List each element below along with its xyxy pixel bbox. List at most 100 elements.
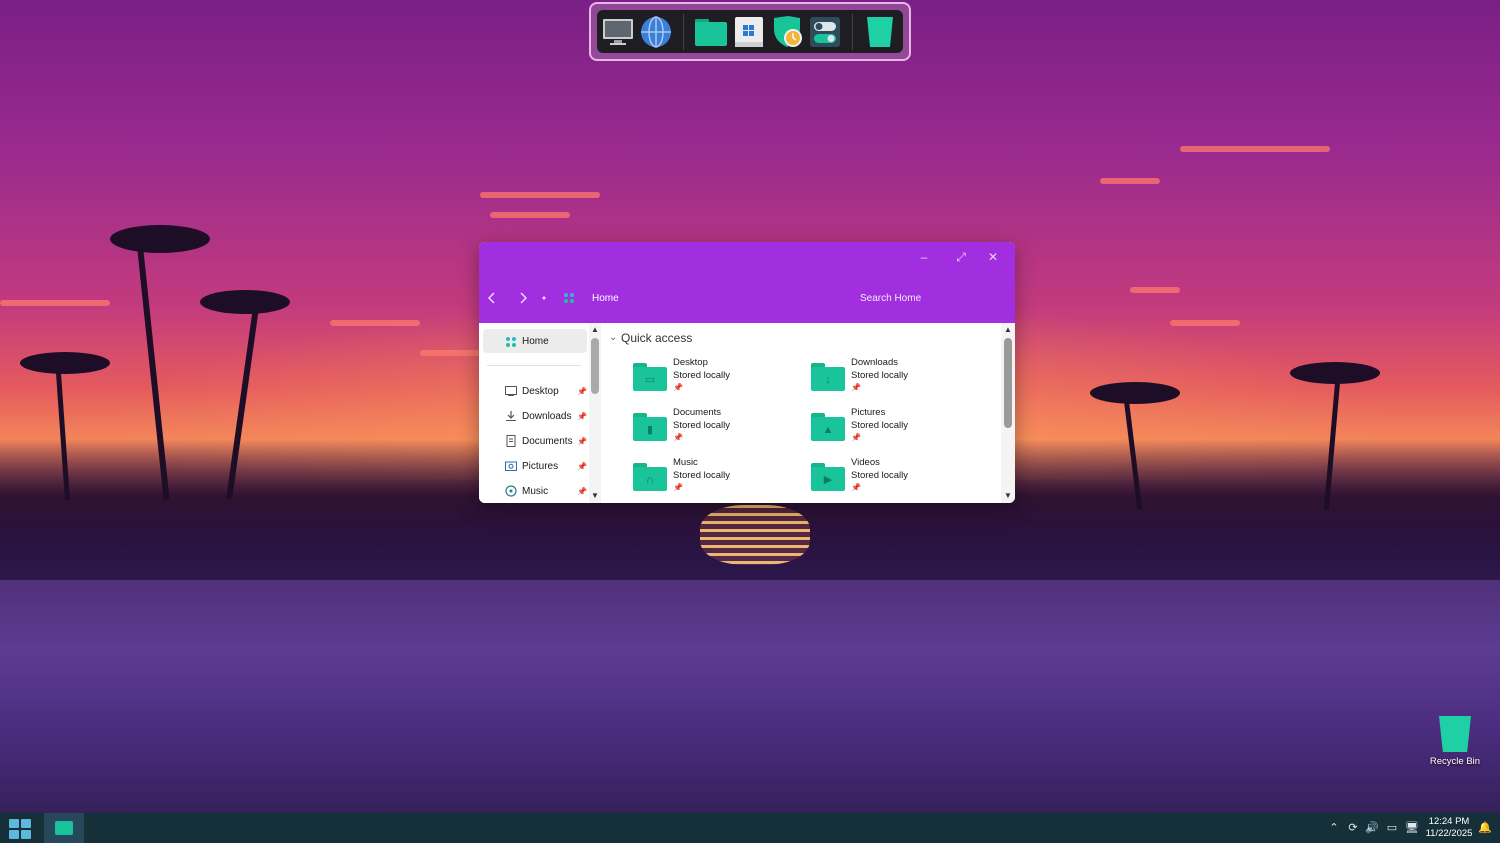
pin-icon: 📌: [577, 437, 587, 446]
download-icon: [506, 411, 516, 421]
wallpaper-cloud: [420, 350, 480, 356]
wallpaper-palm-frond: [1290, 362, 1380, 384]
scroll-up-arrow[interactable]: ▲: [1002, 325, 1014, 334]
folder-icon: [55, 821, 73, 835]
notification-bell-icon[interactable]: 🔔: [1478, 821, 1492, 835]
tile-name: Pictures: [851, 407, 886, 418]
pin-icon: 📌: [673, 433, 683, 442]
quick-access-tile[interactable]: ▭ Desktop Stored locally 📌: [633, 357, 803, 401]
wallpaper-palm-frond: [200, 290, 290, 314]
title-bar: – ⤢ ✕ Home Search Home: [479, 242, 1015, 323]
taskbar-file-explorer[interactable]: [44, 813, 84, 843]
toggles-icon[interactable]: [808, 15, 842, 49]
recycle-bin-icon: [1439, 716, 1471, 752]
quick-access-tile[interactable]: ∩ Music Stored locally 📌: [633, 457, 803, 501]
dock-separator: [683, 13, 684, 50]
battery-icon[interactable]: ▭: [1385, 821, 1399, 835]
wallpaper-cloud: [1170, 320, 1240, 326]
monitor-icon[interactable]: [601, 15, 635, 49]
music-icon: [505, 485, 517, 497]
pin-icon: 📌: [851, 433, 861, 442]
maximize-button[interactable]: ⤢: [946, 247, 976, 267]
back-button[interactable]: [482, 290, 502, 306]
chevron-down-icon[interactable]: ⌄: [609, 332, 617, 343]
wallpaper-sun-reflection: [700, 505, 810, 565]
recent-locations-button[interactable]: [534, 290, 554, 306]
wallpaper-cloud: [1130, 287, 1180, 293]
tile-status: Stored locally: [673, 420, 731, 431]
tile-status: Stored locally: [673, 370, 731, 381]
chevron-right-icon: [520, 292, 527, 304]
globe-icon[interactable]: [639, 15, 673, 49]
tile-status: Stored locally: [851, 420, 909, 431]
taskbar-clock[interactable]: 12:24 PM 11/22/2025: [1424, 816, 1474, 840]
search-input[interactable]: Search Home: [860, 293, 921, 304]
shield-clock-icon[interactable]: [770, 15, 804, 49]
scroll-down-arrow[interactable]: ▼: [1002, 491, 1014, 500]
wallpaper-cloud: [1100, 178, 1160, 184]
recycle-bin-icon[interactable]: [863, 15, 897, 49]
wallpaper-cloud: [0, 300, 110, 306]
windows-logo-tile: [21, 830, 31, 839]
windows-store-icon[interactable]: [732, 15, 766, 49]
quick-access-tile[interactable]: ↓ Downloads Stored locally 📌: [811, 357, 981, 401]
folder-desktop-icon: ▭: [633, 363, 667, 391]
sidebar-item-desktop[interactable]: Desktop: [522, 386, 559, 397]
folder-videos-icon: ▶: [811, 463, 845, 491]
start-button[interactable]: [9, 819, 31, 839]
sync-icon[interactable]: ⟳: [1346, 821, 1360, 835]
sidebar-item-downloads[interactable]: Downloads: [522, 411, 571, 422]
wallpaper-cloud: [1180, 146, 1330, 152]
pin-icon: 📌: [673, 483, 683, 492]
minimize-button[interactable]: –: [909, 247, 939, 267]
pin-icon: 📌: [577, 462, 587, 471]
sidebar-scroll-thumb[interactable]: [591, 338, 599, 394]
wallpaper-cloud: [490, 212, 570, 218]
taskbar: ⌃ ⟳ 🔊 ▭ 🖥 12:24 PM 11/22/2025 🔔: [0, 813, 1500, 843]
tile-name: Videos: [851, 457, 880, 468]
quick-access-tile[interactable]: ▲ Pictures Stored locally 📌: [811, 407, 981, 451]
wallpaper-cloud: [480, 192, 600, 198]
network-icon[interactable]: 🖥: [1405, 821, 1419, 835]
tile-status: Stored locally: [851, 370, 909, 381]
navigation-pane: Home Desktop 📌 Downloads 📌 Documents 📌 P…: [479, 323, 589, 503]
folder-icon[interactable]: [694, 15, 728, 49]
quick-access-tile[interactable]: ▮ Documents Stored locally 📌: [633, 407, 803, 451]
tile-name: Desktop: [673, 357, 708, 368]
folder-pictures-icon: ▲: [811, 413, 845, 441]
desktop-icon: [505, 386, 517, 396]
quick-access-tile[interactable]: ▶ Videos Stored locally 📌: [811, 457, 981, 501]
chevron-up-icon[interactable]: ⌃: [1327, 821, 1341, 835]
scroll-down-arrow[interactable]: ▼: [589, 491, 601, 500]
desktop-icon-label: Recycle Bin: [1429, 756, 1481, 767]
scroll-up-arrow[interactable]: ▲: [589, 325, 601, 334]
desktop-recycle-bin[interactable]: Recycle Bin: [1424, 713, 1486, 773]
wallpaper-palm-frond: [1090, 382, 1180, 404]
content-scroll-thumb[interactable]: [1004, 338, 1012, 428]
home-icon: [506, 337, 516, 347]
wallpaper-cloud: [330, 320, 420, 326]
windows-logo-tile: [9, 830, 19, 839]
dock-separator: [852, 13, 853, 50]
speaker-icon[interactable]: 🔊: [1365, 821, 1379, 835]
tile-name: Documents: [673, 407, 722, 418]
tile-status: Stored locally: [851, 470, 909, 481]
section-title[interactable]: Quick access: [621, 331, 692, 345]
pin-icon: 📌: [851, 383, 861, 392]
sidebar-item-music[interactable]: Music: [522, 486, 548, 497]
breadcrumb[interactable]: Home: [592, 293, 619, 304]
folder-downloads-icon: ↓: [811, 363, 845, 391]
windows-logo-tile: [21, 819, 31, 828]
sidebar-item-pictures[interactable]: Pictures: [522, 461, 558, 472]
sidebar-item-label: Home: [522, 336, 549, 347]
forward-button[interactable]: [513, 290, 533, 306]
sidebar-item-documents[interactable]: Documents: [522, 436, 573, 447]
sidebar-divider: [487, 365, 581, 366]
tile-status: Stored locally: [673, 470, 731, 481]
app-dock: [589, 2, 911, 61]
clock-time: 12:24 PM: [1428, 816, 1470, 827]
close-button[interactable]: ✕: [978, 247, 1008, 267]
windows-logo-tile: [9, 819, 19, 828]
pictures-icon: [505, 461, 517, 471]
pin-icon: 📌: [577, 412, 587, 421]
